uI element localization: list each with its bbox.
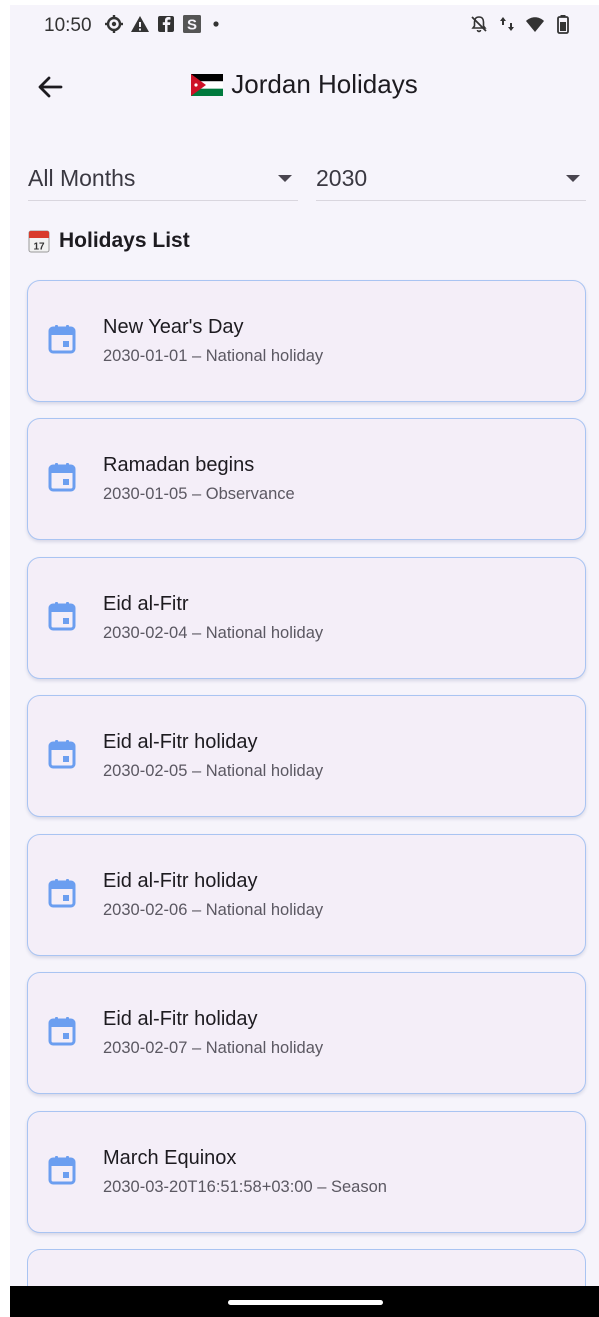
caret-down-icon	[566, 175, 580, 182]
status-bar: 10:50 S	[10, 5, 599, 47]
holiday-name: New Year's Day	[103, 316, 244, 338]
page-title: Jordan Holidays	[231, 69, 418, 99]
notification-icons: S	[104, 14, 228, 34]
calendar-icon	[48, 1017, 76, 1046]
month-dropdown-value: All Months	[28, 165, 136, 191]
svg-text:S: S	[187, 17, 197, 34]
holiday-detail: 2030-01-01 – National holiday	[103, 347, 324, 365]
calendar-icon	[48, 602, 76, 631]
holiday-card[interactable]: New Year's Day 2030-01-01 – National hol…	[27, 280, 586, 402]
calendar-icon	[48, 879, 76, 908]
month-dropdown[interactable]: All Months	[28, 155, 298, 201]
dot-icon	[208, 14, 228, 34]
holiday-card[interactable]: Eid al-Fitr holiday 2030-02-07 – Nationa…	[27, 972, 586, 1094]
s-app-icon: S	[182, 14, 202, 34]
year-dropdown-value: 2030	[316, 165, 368, 191]
holiday-detail: 2030-03-20T16:51:58+03:00 – Season	[103, 1178, 387, 1196]
holidays-list-heading: 17 Holidays List	[28, 229, 190, 253]
holiday-card[interactable]: Eid al-Fitr holiday 2030-02-05 – Nationa…	[27, 695, 586, 817]
holiday-name: Eid al-Fitr	[103, 593, 189, 615]
calendar-icon	[48, 1156, 76, 1185]
calendar-icon	[48, 325, 76, 354]
holiday-name: Ramadan begins	[103, 454, 255, 476]
calendar-emoji-icon: 17	[28, 229, 50, 253]
holiday-name: Eid al-Fitr holiday	[103, 731, 258, 753]
title-group: Jordan Holidays	[10, 69, 599, 100]
holiday-card-partial[interactable]	[27, 1249, 586, 1289]
holiday-detail: 2030-02-06 – National holiday	[103, 901, 324, 919]
wifi-icon	[525, 14, 545, 34]
caret-down-icon	[278, 175, 292, 182]
status-time: 10:50	[44, 15, 92, 36]
holiday-detail: 2030-02-04 – National holiday	[103, 624, 324, 642]
section-title: Holidays List	[59, 229, 190, 252]
holiday-card[interactable]: March Equinox 2030-03-20T16:51:58+03:00 …	[27, 1111, 586, 1233]
holiday-detail: 2030-02-07 – National holiday	[103, 1039, 324, 1057]
jordan-flag-icon	[191, 73, 224, 96]
holiday-card[interactable]: Eid al-Fitr holiday 2030-02-06 – Nationa…	[27, 834, 586, 956]
settings-gear-icon	[104, 14, 124, 34]
system-icons	[469, 14, 573, 34]
warning-icon	[130, 14, 150, 34]
facebook-icon	[156, 14, 176, 34]
holiday-name: Eid al-Fitr holiday	[103, 870, 258, 892]
calendar-icon	[48, 740, 76, 769]
year-dropdown[interactable]: 2030	[316, 155, 586, 201]
data-arrows-icon	[497, 14, 517, 34]
holiday-name: March Equinox	[103, 1147, 237, 1169]
battery-icon	[553, 14, 573, 34]
holiday-detail: 2030-02-05 – National holiday	[103, 762, 324, 780]
home-gesture-handle[interactable]	[228, 1300, 383, 1305]
svg-text:17: 17	[33, 242, 45, 253]
app-screen: 10:50 S Jordan Holidays All Months 2030 …	[10, 5, 599, 1317]
navigation-bar	[10, 1286, 599, 1317]
app-bar: Jordan Holidays	[10, 47, 599, 127]
holiday-card[interactable]: Ramadan begins 2030-01-05 – Observance	[27, 418, 586, 540]
holiday-detail: 2030-01-05 – Observance	[103, 485, 295, 503]
calendar-icon	[48, 463, 76, 492]
bell-off-icon	[469, 14, 489, 34]
holiday-name: Eid al-Fitr holiday	[103, 1008, 258, 1030]
holiday-card[interactable]: Eid al-Fitr 2030-02-04 – National holida…	[27, 557, 586, 679]
